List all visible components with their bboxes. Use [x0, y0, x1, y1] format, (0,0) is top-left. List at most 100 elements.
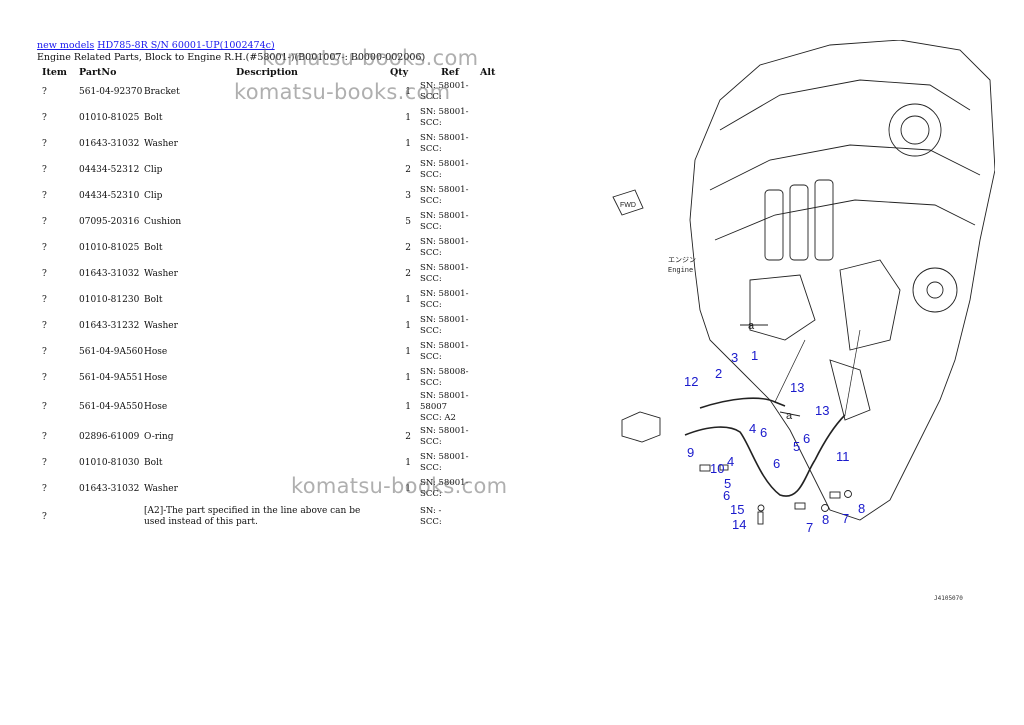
cell-ref: SN: 58001- SCC:: [420, 81, 469, 102]
cell-ref: SN: 58001- SCC:: [420, 341, 469, 362]
col-header-partno: PartNo: [79, 67, 117, 78]
cell-partno: [79, 502, 144, 532]
table-row: ? 04434-52310 Clip 3 SN: 58001- SCC:: [30, 183, 510, 209]
callout-6b: 6: [803, 431, 810, 446]
cell-item: ?: [42, 320, 47, 331]
cell-qty: 1: [405, 112, 411, 123]
filter-3: [814, 179, 834, 261]
callout-7: 7: [806, 520, 813, 535]
cell-ref: SN: 58001- SCC:: [420, 133, 469, 154]
cell-description: Washer: [144, 320, 178, 331]
callout-1: 1: [751, 348, 758, 363]
hose-lower: [684, 426, 816, 497]
cell-item: ?: [42, 294, 47, 305]
callout-8b: 8: [858, 501, 865, 516]
table-row: ? 01010-81030 Bolt 1 SN: 58001- SCC:: [30, 450, 510, 476]
engine-outline: [689, 40, 995, 521]
cell-alt: [480, 131, 510, 157]
cell-item: ?: [42, 402, 47, 412]
cell-alt: [480, 476, 510, 502]
cell-ref: SN: 58008- SCC:: [420, 367, 469, 388]
cell-ref: SN: 58001- SCC:: [420, 315, 469, 336]
cell-item: ?: [42, 372, 47, 383]
cell-partno: 01010-81025: [79, 242, 140, 253]
cell-partno: 01643-31032: [79, 268, 140, 279]
washer-part-3: [757, 504, 765, 512]
col-header-item: Item: [42, 67, 67, 78]
cell-description: O-ring: [144, 431, 174, 442]
cell-item: ?: [42, 268, 47, 279]
engine-label-jp: エンジン: [668, 256, 696, 264]
cell-description: Hose: [144, 372, 168, 383]
cell-description: Clip: [144, 190, 163, 201]
table-row: ? 561-04-9A560 Hose 1 SN: 58001- SCC:: [30, 339, 510, 365]
cell-partno: 561-04-9A551: [79, 372, 144, 383]
engine-label-en: Engine: [668, 267, 693, 275]
callout-13b: 13: [815, 403, 829, 418]
filter-2: [789, 184, 809, 261]
cell-ref: SN: 58001- SCC:: [420, 211, 469, 232]
cell-description: [A2]-The part specified in the line abov…: [144, 506, 361, 527]
cell-item: ?: [42, 511, 47, 522]
cell-alt: [480, 261, 510, 287]
bolt-part: [699, 464, 711, 472]
engine-detail-2: [749, 274, 816, 341]
cell-description: Bolt: [144, 242, 163, 253]
cell-partno: 01010-81030: [79, 457, 140, 468]
cell-alt: [480, 157, 510, 183]
breadcrumb-link-new-models[interactable]: new models: [37, 40, 94, 51]
cell-qty: 1: [405, 483, 411, 494]
cell-alt: [480, 183, 510, 209]
filter-1: [764, 189, 784, 261]
table-row: ? 01643-31032 Washer 2 SN: 58001- SCC:: [30, 261, 510, 287]
cell-item: ?: [42, 483, 47, 494]
engine-detail-3: [829, 359, 871, 421]
callout-6c: 6: [773, 456, 780, 471]
cell-description: Bolt: [144, 457, 163, 468]
cell-partno: 01643-31032: [79, 483, 140, 494]
callout-3: 3: [731, 350, 738, 365]
col-header-ref: Ref: [440, 67, 460, 78]
breadcrumb: new models HD785-8R S/N 60001-UP(1002474…: [37, 40, 275, 51]
cell-partno: 561-04-9A550: [79, 402, 144, 412]
bolt-part-3: [794, 502, 806, 510]
turbo-inner: [900, 115, 930, 145]
pulley: [912, 267, 958, 313]
cell-item: ?: [42, 346, 47, 357]
cell-description: Bracket: [144, 86, 180, 97]
breadcrumb-link-model[interactable]: HD785-8R S/N 60001-UP(1002474c): [97, 40, 274, 51]
cell-alt: [480, 79, 510, 105]
cell-description: Washer: [144, 138, 178, 149]
cell-item: ?: [42, 457, 47, 468]
cell-item: ?: [42, 86, 47, 97]
table-header-row: Item PartNo Description Qty Ref Alt: [30, 66, 510, 79]
engine-connection-line: [844, 329, 861, 416]
cell-alt: [480, 450, 510, 476]
table-row: ? [A2]-The part specified in the line abo…: [30, 502, 510, 532]
callout-11: 11: [836, 449, 850, 464]
cell-ref: SN: 58001- SCC:: [420, 185, 469, 206]
cell-alt: [480, 502, 510, 532]
callout-10: 10: [710, 461, 724, 476]
cell-partno: 01010-81025: [79, 112, 140, 123]
callout-4: 4: [749, 421, 756, 436]
cell-alt: [480, 105, 510, 131]
callout-5: 5: [793, 439, 800, 454]
bolt-part-4: [829, 491, 841, 499]
turbo: [888, 103, 942, 157]
cell-item: ?: [42, 431, 47, 442]
cell-alt: [480, 424, 510, 450]
cell-qty: 1: [405, 457, 411, 468]
callout-9: 9: [687, 445, 694, 460]
cell-alt: [480, 365, 510, 391]
cell-qty: 1: [405, 402, 411, 412]
cell-ref: SN: 58001- SCC:: [420, 452, 469, 473]
cell-item: ?: [42, 242, 47, 253]
callout-13: 13: [790, 380, 804, 395]
cell-ref: SN: 58001- SCC:: [420, 289, 469, 310]
cell-alt: [480, 339, 510, 365]
engine-block-line: [709, 144, 981, 191]
washer-part-2: [844, 490, 852, 498]
engine-detail: [839, 259, 901, 351]
table-row: ? 02896-61009 O-ring 2 SN: 58001- SCC:: [30, 424, 510, 450]
